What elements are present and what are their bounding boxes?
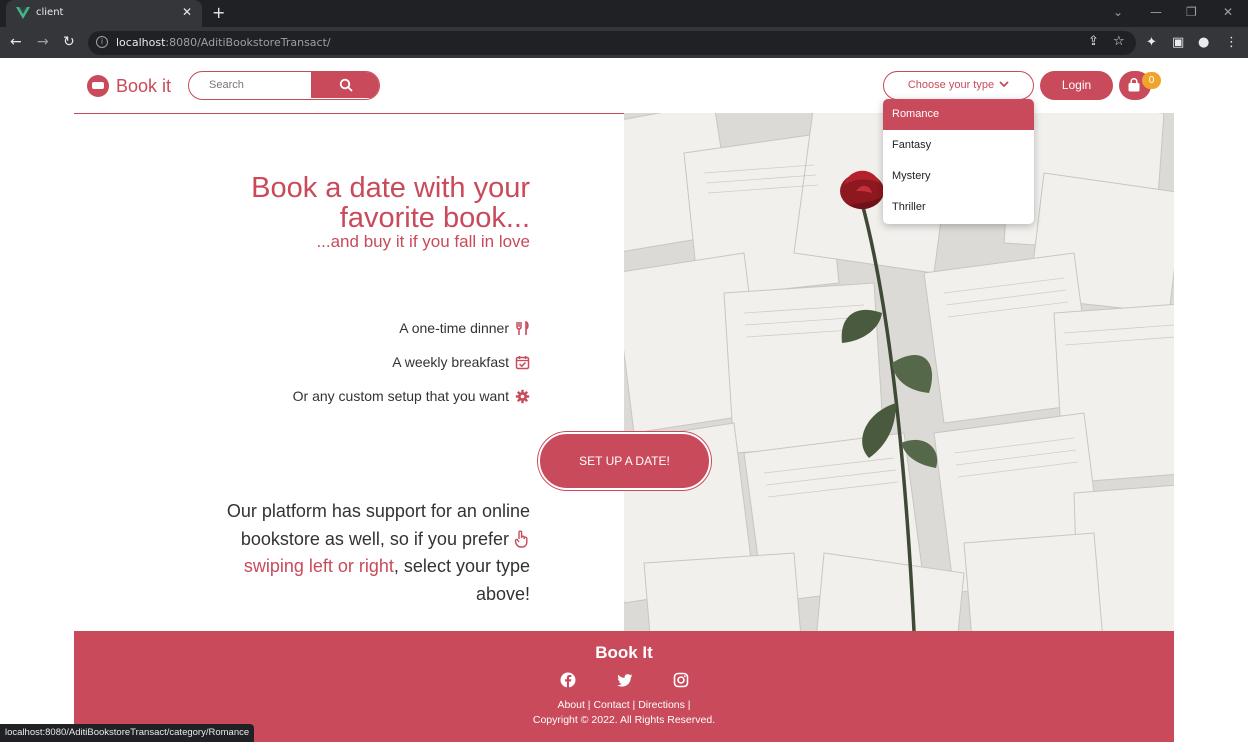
status-bar-url: localhost:8080/AditiBookstoreTransact/ca… (0, 724, 255, 742)
hero-title-line2: favorite book... (339, 202, 530, 234)
close-tab-icon[interactable]: ✕ (182, 5, 192, 19)
search-input[interactable] (189, 72, 311, 98)
choose-type-label: Choose your type (907, 79, 995, 91)
footer-title: Book It (595, 643, 653, 662)
side-panel-icon[interactable]: ▣ (1172, 35, 1184, 50)
vue-logo-icon (16, 7, 30, 19)
minimize-icon[interactable]: — (1150, 5, 1162, 19)
twitter-icon[interactable] (617, 672, 633, 688)
star-icon[interactable]: ☆ (1113, 34, 1125, 49)
tab-title: client (36, 7, 64, 18)
utensils-icon (516, 320, 529, 335)
chevron-down-icon[interactable]: ⌄ (1113, 5, 1123, 19)
cart-count-badge: 0 (1142, 72, 1161, 89)
forward-icon[interactable]: → (37, 34, 49, 50)
menu-icon[interactable]: ⋮ (1225, 35, 1238, 50)
share-icon[interactable]: ⇪ (1088, 34, 1099, 49)
gear-icon (515, 389, 530, 403)
dropdown-item-fantasy[interactable]: Fantasy (883, 130, 1034, 161)
browser-tab[interactable]: client ✕ (6, 0, 202, 27)
promo-text-part2: , select your type above! (393, 556, 530, 604)
brand[interactable]: Book it (87, 75, 171, 97)
info-icon[interactable]: i (96, 36, 108, 48)
promo-text: Our platform has support for an online b… (190, 498, 530, 608)
dropdown-item-romance[interactable]: Romance (883, 99, 1034, 130)
brand-name: Book it (116, 75, 172, 96)
choose-type-button[interactable]: Choose your type (883, 71, 1034, 100)
promo-text-part1: Our platform has support for an online b… (226, 501, 530, 549)
login-button[interactable]: Login (1040, 71, 1113, 100)
footer-links[interactable]: About | Contact | Directions | (74, 699, 1174, 711)
hero-title: Book a date with your favorite book... (251, 173, 530, 233)
instagram-icon[interactable] (673, 672, 689, 688)
extensions-icon[interactable]: ✦ (1146, 35, 1157, 50)
chevron-down-icon (999, 81, 1009, 88)
feature-dinner-label: A one-time dinner (399, 320, 509, 336)
calendar-check-icon (515, 355, 530, 369)
close-window-icon[interactable]: ✕ (1223, 5, 1233, 19)
profile-icon[interactable]: ● (1198, 35, 1209, 50)
logo-icon (87, 75, 109, 97)
reload-icon[interactable]: ↻ (63, 34, 75, 50)
feature-custom: Or any custom setup that you want (293, 388, 530, 404)
dropdown-item-thriller[interactable]: Thriller (883, 192, 1034, 223)
search-button[interactable] (311, 72, 379, 98)
browser-tab-bar: client ✕ + ⌄ — ❐ ✕ (0, 0, 1248, 27)
feature-breakfast-label: A weekly breakfast (392, 354, 509, 370)
feature-dinner: A one-time dinner (399, 320, 530, 336)
facebook-icon[interactable] (560, 672, 576, 688)
url-text: localhost:8080/AditiBookstoreTransact/ (116, 36, 331, 49)
dropdown-item-mystery[interactable]: Mystery (883, 161, 1034, 192)
search-bar (188, 71, 380, 100)
page: Book it Choose your type Login 0 (0, 58, 1248, 742)
shopping-bag-icon (1128, 78, 1140, 92)
type-dropdown-menu: Romance Fantasy Mystery Thriller (883, 99, 1034, 224)
hero-title-line1: Book a date with your (251, 172, 530, 204)
search-icon (339, 78, 353, 91)
browser-toolbar: ← → ↻ i localhost:8080/AditiBookstoreTra… (0, 27, 1248, 58)
pointing-hand-icon (514, 530, 528, 548)
restore-icon[interactable]: ❐ (1186, 5, 1197, 19)
new-tab-icon[interactable]: + (212, 3, 225, 22)
back-icon[interactable]: ← (10, 34, 22, 50)
address-bar[interactable]: i localhost:8080/AditiBookstoreTransact/… (88, 31, 1136, 55)
feature-custom-label: Or any custom setup that you want (292, 388, 509, 404)
set-up-date-button[interactable]: SET UP A DATE! (538, 432, 711, 490)
swiping-link[interactable]: swiping left or right (244, 556, 394, 576)
hero-subtitle: ...and buy it if you fall in love (316, 232, 530, 251)
feature-breakfast: A weekly breakfast (392, 354, 530, 370)
